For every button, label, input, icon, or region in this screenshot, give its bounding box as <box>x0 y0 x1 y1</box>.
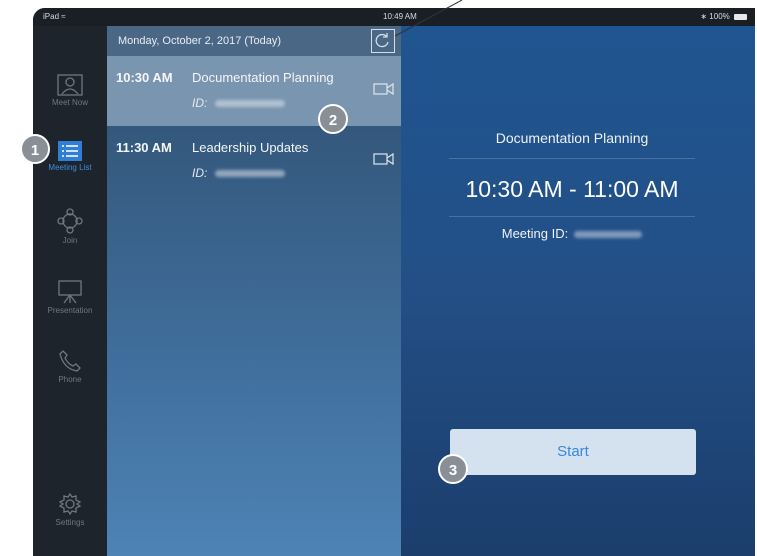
ipad-screen: iPad ≈ 10:49 AM ∗ 100% Meet Now Meeting … <box>33 8 755 556</box>
date-label: Monday, October 2, 2017 (Today) <box>118 35 282 47</box>
meeting-row[interactable]: 11:30 AM Leadership Updates ID: <box>107 126 401 196</box>
callout-badge-2: 2 <box>318 104 348 134</box>
meeting-id-redacted <box>215 100 286 108</box>
video-camera-icon <box>373 82 394 96</box>
video-camera-icon <box>373 152 394 166</box>
device-label: iPad <box>43 12 60 21</box>
status-bar: iPad ≈ 10:49 AM ∗ 100% <box>33 8 755 26</box>
gear-icon <box>58 492 82 516</box>
detail-meeting-id: Meeting ID: <box>449 226 695 241</box>
bluetooth-icon: ∗ <box>700 12 708 21</box>
meeting-row[interactable]: 10:30 AM Documentation Planning ID: <box>107 56 401 126</box>
rail-item-presentation[interactable]: Presentation <box>33 280 107 315</box>
refresh-icon <box>375 33 389 48</box>
rail-item-join[interactable]: Join <box>33 208 107 245</box>
status-time: 10:49 AM <box>383 12 417 21</box>
divider <box>449 216 695 217</box>
start-button[interactable]: Start <box>450 429 696 475</box>
meeting-id-redacted <box>215 170 286 178</box>
callout-badge-1: 1 <box>20 134 50 164</box>
meeting-time: 10:30 AM <box>116 70 173 85</box>
meeting-id-label: Meeting ID: <box>501 226 569 241</box>
navigation-rail: Meet Now Meeting List Join Presentation … <box>33 26 107 556</box>
rail-item-settings[interactable]: Settings <box>33 492 107 527</box>
meeting-id-label: ID: <box>192 166 208 180</box>
person-icon <box>57 74 83 96</box>
callout-badge-3: 3 <box>438 454 468 484</box>
divider <box>449 158 695 159</box>
meeting-id-label: ID: <box>192 96 208 110</box>
phone-icon <box>59 350 81 372</box>
battery-icon <box>734 13 747 20</box>
list-date-header: Monday, October 2, 2017 (Today) <box>107 26 401 56</box>
wifi-icon: ≈ <box>61 12 66 21</box>
rail-label-phone: Phone <box>58 375 82 384</box>
rail-item-phone[interactable]: Phone <box>33 349 107 384</box>
list-icon <box>58 141 82 161</box>
rail-label-meet-now: Meet Now <box>51 98 88 107</box>
meeting-id: ID: <box>192 166 286 180</box>
meeting-id-redacted <box>574 231 643 239</box>
status-battery-group: ∗ 100% <box>700 12 747 21</box>
rail-label-join: Join <box>62 236 78 245</box>
rail-item-meet-now[interactable]: Meet Now <box>33 74 107 107</box>
detail-time-range: 10:30 AM - 11:00 AM <box>465 176 679 202</box>
join-icon <box>57 208 83 234</box>
meeting-id: ID: <box>192 96 286 110</box>
battery-percent: 100% <box>709 12 730 21</box>
rail-label-presentation: Presentation <box>47 306 93 315</box>
meeting-title: Documentation Planning <box>192 70 334 85</box>
rail-label-settings: Settings <box>55 518 85 527</box>
meeting-time: 11:30 AM <box>116 140 172 155</box>
refresh-button[interactable] <box>371 29 395 53</box>
detail-title: Documentation Planning <box>495 130 649 146</box>
status-device: iPad ≈ <box>43 12 66 21</box>
rail-label-meeting-list: Meeting List <box>48 163 92 172</box>
meeting-list-panel: Monday, October 2, 2017 (Today) 10:30 AM… <box>107 26 401 556</box>
projector-icon <box>58 280 82 304</box>
meeting-title: Leadership Updates <box>192 140 309 155</box>
